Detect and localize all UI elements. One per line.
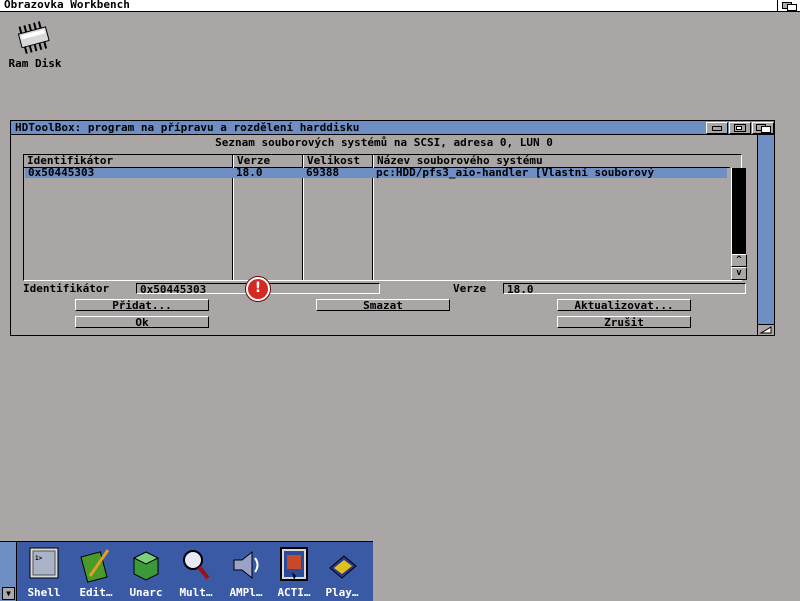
screen-title: Obrazovka Workbench [4,0,130,11]
dock-item-amplifier[interactable]: AMPl… [222,544,270,600]
warning-icon: ! [246,277,270,301]
edit-icon [80,549,110,583]
dock-label: ACTI… [277,586,311,599]
shell-icon: 1> [29,547,59,579]
cell-id: 0x50445303 [28,167,95,179]
scroll-up-button[interactable]: ^ [731,254,747,267]
dock-item-shell[interactable]: 1> Shell [20,544,68,600]
update-button[interactable]: Aktualizovat... [557,299,691,312]
dock-item-play[interactable]: Play… [318,544,366,600]
ram-disk-icon[interactable]: Ram Disk [2,20,68,72]
window-right-border [757,135,774,334]
activity-icon [280,547,308,581]
cell-version: 18.0 [236,167,263,179]
dock-menu-arrow-icon[interactable]: ▼ [2,587,15,600]
add-button[interactable]: Přidat... [75,299,209,312]
ram-disk-label: Ram Disk [8,57,62,70]
list-scrollbar[interactable] [731,168,746,254]
ok-button[interactable]: Ok [75,316,209,329]
delete-button[interactable]: Smazat [316,299,450,312]
multiview-icon [183,550,210,580]
unarc-icon [132,551,160,581]
dock-item-unarc[interactable]: Unarc [122,544,170,600]
depth-gadget[interactable] [752,122,774,134]
zoom-gadget[interactable] [729,122,751,134]
dock-label: Edit… [79,586,113,599]
screen-depth-gadget[interactable] [777,0,800,11]
dock-item-edit[interactable]: Edit… [72,544,120,600]
id-label: Identifikátor [23,282,110,295]
play-icon [329,555,357,579]
version-label: Verze [453,282,487,295]
dock-label: Shell [27,586,61,599]
dock-bar: ▼ 1> Shell Edit… Unarc Mult… AMPl… ACTI…… [0,541,373,601]
hdtoolbox-window: HDToolBox: program na přípravu a rozděle… [10,120,775,336]
screen-title-bar[interactable]: Obrazovka Workbench [0,0,800,12]
dock-label: Unarc [129,586,163,599]
cancel-button[interactable]: Zrušit [557,316,691,329]
dock-item-activity[interactable]: ACTI… [270,544,318,600]
window-size-gadget[interactable] [757,324,774,335]
filesystem-list[interactable]: Identifikátor Verze Velikost Název soubo… [23,154,747,281]
dock-label: Play… [325,586,359,599]
window-title: HDToolBox: program na přípravu a rozděle… [15,121,360,134]
scroll-down-button[interactable]: v [731,267,747,280]
ram-disk-chip-icon [17,21,50,54]
iconify-gadget[interactable] [706,122,728,134]
version-field[interactable]: 18.0 [503,283,746,295]
dock-handle[interactable]: ▼ [0,542,17,601]
dock-item-multiview[interactable]: Mult… [172,544,220,600]
amplifier-icon [233,550,259,580]
dock-label: Mult… [179,586,213,599]
svg-text:1>: 1> [35,555,43,562]
cell-name: pc:HDD/pfs3_aio-handler [Vlastní souboro… [376,167,655,179]
cell-size: 69388 [306,167,340,179]
list-caption: Seznam souborových systémů na SCSI, adre… [215,136,553,149]
window-title-bar[interactable]: HDToolBox: program na přípravu a rozděle… [11,121,774,135]
dock-label: AMPl… [229,586,263,599]
